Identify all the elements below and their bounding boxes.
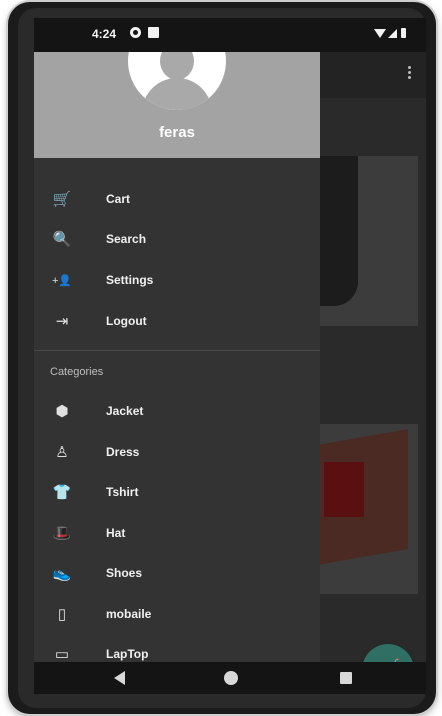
logout-icon: ⇥ [55, 313, 69, 330]
system-nav-bar [34, 662, 426, 694]
menu-item-settings[interactable]: +👤 Settings [34, 261, 320, 301]
device-frame: 4:24 🛒 [8, 2, 436, 714]
mobile-icon: ▯ [57, 606, 67, 623]
category-label: Tshirt [106, 485, 139, 499]
more-options-icon[interactable] [408, 66, 412, 82]
home-icon[interactable] [224, 671, 238, 685]
menu-item-search[interactable]: 🔍 Search [34, 220, 320, 260]
category-item-shoes[interactable]: 👟 Shoes [34, 554, 320, 594]
sync-icon [130, 27, 141, 38]
category-label: Jacket [106, 404, 144, 418]
category-item-mobile[interactable]: ▯ mobaile [34, 595, 320, 635]
avatar-head-icon [160, 52, 194, 80]
menu-item-label: Logout [106, 314, 147, 328]
menu-item-label: Cart [106, 192, 131, 206]
signal-icon [388, 29, 397, 38]
jacket-icon: ⬢ [55, 403, 69, 420]
shoe-icon: 👟 [52, 565, 72, 582]
category-label: Shoes [106, 566, 143, 580]
menu-item-label: Settings [106, 273, 154, 287]
product-image [318, 156, 358, 306]
back-icon[interactable] [114, 671, 125, 685]
dress-icon: ♙ [55, 444, 69, 461]
status-time: 4:24 [92, 27, 117, 41]
sd-card-icon [148, 27, 159, 38]
category-item-tshirt[interactable]: 👕 Tshirt [34, 473, 320, 513]
menu-item-cart[interactable]: 🛒 Cart [34, 180, 320, 220]
battery-icon [401, 28, 406, 38]
category-label: Dress [106, 445, 140, 459]
cart-icon: 🛒 [52, 191, 72, 208]
category-label: Hat [106, 526, 126, 540]
tshirt-icon: 👕 [52, 484, 72, 501]
product-image-detail [324, 462, 364, 517]
menu-item-logout[interactable]: ⇥ Logout [34, 302, 320, 342]
navigation-drawer: feras 🛒 Cart 🔍 Search +👤 Settings ⇥ Logo… [34, 52, 320, 663]
status-bar: 4:24 [34, 18, 426, 52]
avatar[interactable] [128, 52, 226, 110]
hat-icon: 🎩 [52, 525, 72, 542]
avatar-body-icon [142, 78, 212, 110]
drawer-header: feras [34, 52, 320, 158]
category-item-dress[interactable]: ♙ Dress [34, 433, 320, 473]
category-item-jacket[interactable]: ⬢ Jacket [34, 392, 320, 432]
recent-apps-icon[interactable] [340, 672, 352, 684]
menu-item-label: Search [106, 232, 147, 246]
screen: 4:24 🛒 [34, 18, 426, 694]
search-icon: 🔍 [52, 231, 72, 248]
add-person-icon: +👤 [51, 275, 73, 287]
divider [34, 350, 320, 351]
category-item-hat[interactable]: 🎩 Hat [34, 514, 320, 554]
user-name: feras [159, 124, 195, 141]
categories-heading: Categories [50, 366, 104, 378]
category-label: LapTop [106, 647, 149, 661]
category-label: mobaile [106, 607, 152, 621]
wifi-icon [374, 29, 386, 38]
